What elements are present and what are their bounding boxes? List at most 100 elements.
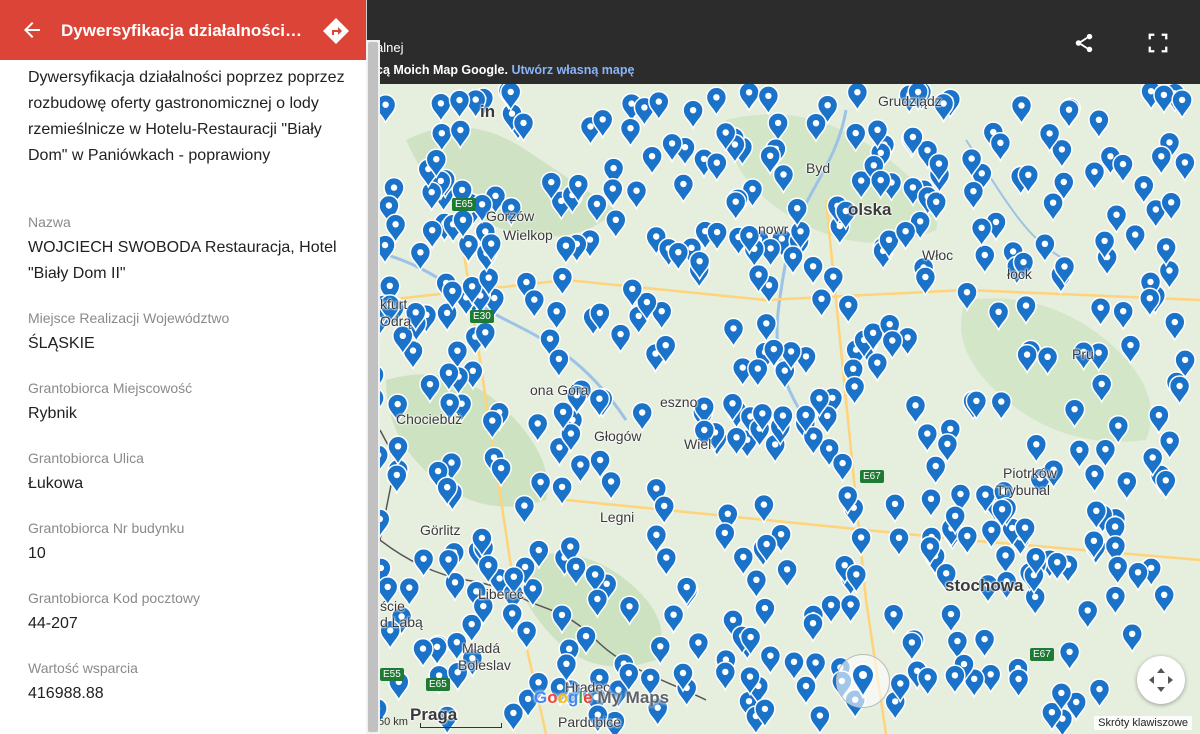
map-marker[interactable] — [1034, 233, 1056, 264]
map-marker[interactable] — [1124, 223, 1146, 255]
map-marker[interactable] — [1164, 311, 1186, 342]
map-marker[interactable] — [839, 593, 862, 625]
map-marker[interactable] — [732, 546, 755, 577]
map-marker[interactable] — [989, 132, 1012, 163]
map-marker[interactable] — [490, 457, 512, 488]
map-marker[interactable] — [1133, 174, 1155, 205]
map-marker[interactable] — [987, 301, 1010, 332]
map-marker[interactable] — [569, 453, 592, 485]
map-marker[interactable] — [990, 390, 1013, 422]
map-marker[interactable] — [753, 493, 775, 525]
map-marker[interactable] — [619, 117, 642, 148]
map-marker[interactable] — [513, 494, 536, 526]
map-marker[interactable] — [409, 241, 432, 272]
map-marker[interactable] — [884, 493, 906, 524]
map-marker[interactable] — [940, 603, 962, 634]
map-marker[interactable] — [1015, 294, 1037, 326]
map-marker[interactable] — [1007, 668, 1030, 699]
map-marker[interactable] — [1089, 296, 1112, 328]
map-marker[interactable] — [1076, 599, 1099, 631]
map-marker[interactable] — [631, 401, 653, 433]
map-marker[interactable] — [523, 288, 546, 320]
map-marker[interactable] — [776, 558, 798, 590]
map-marker[interactable] — [809, 704, 831, 734]
map-marker[interactable] — [973, 628, 996, 659]
map-marker[interactable] — [1104, 585, 1127, 616]
map-marker[interactable] — [449, 119, 472, 150]
map-marker[interactable] — [944, 664, 966, 695]
map-marker[interactable] — [904, 394, 927, 425]
map-marker[interactable] — [526, 412, 549, 444]
share-icon[interactable] — [1073, 32, 1095, 54]
map-marker[interactable] — [1148, 404, 1170, 435]
map-marker[interactable] — [706, 221, 728, 252]
map-marker[interactable] — [754, 597, 776, 628]
map-marker[interactable] — [1083, 160, 1106, 192]
map-marker[interactable] — [672, 173, 695, 204]
map-marker[interactable] — [882, 603, 905, 634]
map-marker[interactable] — [588, 387, 611, 419]
map-marker[interactable] — [722, 317, 745, 349]
keyboard-shortcuts-link[interactable]: Skróty klawiszowe — [1094, 716, 1192, 730]
map-marker[interactable] — [894, 220, 917, 251]
map-marker[interactable] — [956, 281, 978, 312]
map-marker[interactable] — [994, 544, 1017, 576]
map-marker[interactable] — [1153, 584, 1175, 615]
map-marker[interactable] — [1090, 373, 1113, 404]
map-marker[interactable] — [1036, 346, 1059, 377]
map-marker[interactable] — [772, 163, 795, 195]
map-marker[interactable] — [529, 471, 552, 502]
map-marker[interactable] — [412, 637, 434, 669]
map-marker[interactable] — [551, 266, 574, 297]
map-marker[interactable] — [448, 89, 471, 120]
map-marker[interactable] — [1068, 439, 1091, 470]
map-marker[interactable] — [551, 476, 573, 507]
map-marker[interactable] — [625, 179, 648, 211]
map-marker[interactable] — [706, 151, 728, 183]
map-marker[interactable] — [1171, 89, 1193, 120]
map-marker[interactable] — [1088, 678, 1111, 709]
map-marker[interactable] — [545, 300, 568, 331]
map-marker[interactable] — [714, 661, 737, 692]
map-marker[interactable] — [820, 594, 842, 625]
map-marker[interactable] — [386, 464, 408, 495]
map-marker[interactable] — [980, 519, 1003, 550]
selected-marker-icon[interactable] — [837, 655, 889, 707]
map-marker[interactable] — [802, 612, 824, 643]
map-marker[interactable] — [586, 193, 608, 224]
map-marker[interactable] — [757, 85, 780, 116]
map-marker[interactable] — [970, 217, 993, 248]
map-marker[interactable] — [924, 455, 947, 486]
map-marker[interactable] — [920, 488, 942, 519]
map-marker[interactable] — [481, 409, 504, 441]
map-marker[interactable] — [412, 547, 435, 579]
map-marker[interactable] — [649, 635, 672, 666]
map-marker[interactable] — [667, 241, 690, 272]
map-marker[interactable] — [431, 122, 453, 153]
map-marker[interactable] — [802, 255, 824, 286]
map-marker[interactable] — [687, 631, 710, 663]
map-marker[interactable] — [548, 348, 570, 379]
map-marker[interactable] — [965, 390, 988, 421]
map-marker[interactable] — [782, 245, 804, 276]
map-marker[interactable] — [745, 569, 768, 600]
map-marker[interactable] — [1168, 375, 1191, 406]
map-marker[interactable] — [888, 527, 910, 558]
map-marker[interactable] — [1025, 433, 1048, 464]
map-marker[interactable] — [1058, 98, 1080, 130]
map-marker[interactable] — [805, 112, 827, 143]
map-marker[interactable] — [1116, 470, 1138, 502]
map-marker[interactable] — [1127, 561, 1149, 592]
map-marker[interactable] — [1155, 469, 1177, 500]
map-marker[interactable] — [795, 675, 817, 706]
map-marker[interactable] — [831, 452, 854, 483]
map-marker[interactable] — [914, 266, 937, 297]
map-marker[interactable] — [1063, 398, 1086, 429]
map-marker[interactable] — [755, 312, 778, 344]
map-marker[interactable] — [783, 651, 805, 682]
map-marker[interactable] — [515, 620, 538, 651]
map-marker[interactable] — [837, 294, 860, 325]
map-marker[interactable] — [653, 495, 675, 526]
map-marker[interactable] — [974, 244, 996, 275]
map-marker[interactable] — [430, 92, 452, 123]
